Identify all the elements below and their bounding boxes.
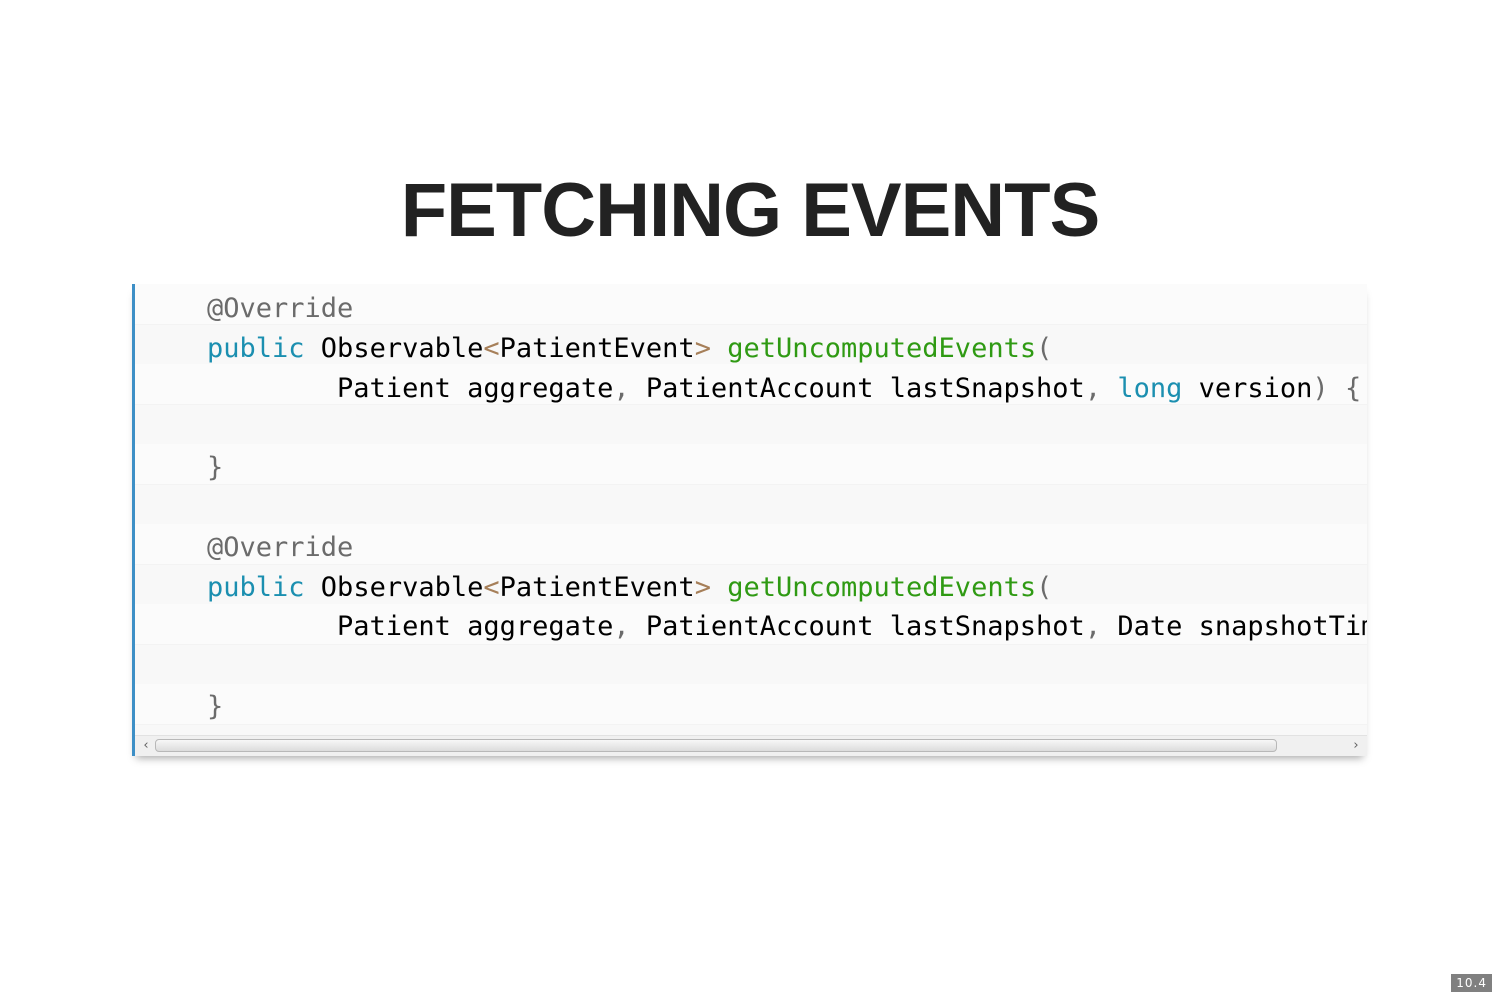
code-token-annot: @Override xyxy=(207,293,354,324)
code-line: public Observable<PatientEvent> getUncom… xyxy=(207,568,1367,608)
code-token-op: > xyxy=(694,571,711,603)
horizontal-scrollbar[interactable]: ‹ › xyxy=(135,735,1367,756)
code-line: Patient aggregate, PatientAccount lastSn… xyxy=(207,369,1367,409)
scroll-left-arrow-icon[interactable]: ‹ xyxy=(137,736,155,756)
code-token-annot: @Override xyxy=(207,531,354,563)
code-token-kw: public xyxy=(207,332,305,364)
slide-number: 10.4 xyxy=(1451,974,1492,992)
code-token-plain: PatientAccount lastSnapshot xyxy=(629,611,1085,643)
slide-title: FETCHING EVENTS xyxy=(400,168,1101,253)
scroll-right-arrow-icon[interactable]: › xyxy=(1347,736,1365,756)
code-token-plain: Date snapshotTim xyxy=(1101,611,1367,643)
code-lines: @Override public Observable<PatientEvent>… xyxy=(207,289,1367,727)
code-token-plain: version xyxy=(1182,372,1313,404)
code-token-punc: ) xyxy=(1312,372,1329,404)
code-block[interactable]: @Override public Observable<PatientEvent>… xyxy=(132,284,1367,756)
code-token-op: < xyxy=(483,332,500,364)
code-token-punc: ( xyxy=(1036,332,1053,364)
code-token-fn: getUncomputedEvents xyxy=(727,571,1037,603)
code-token-plain: PatientAccount lastSnapshot xyxy=(629,372,1085,404)
scrollbar-thumb[interactable] xyxy=(155,739,1277,752)
code-line: Patient aggregate, PatientAccount lastSn… xyxy=(207,607,1367,647)
code-token-punc: , xyxy=(613,611,630,643)
code-token-plain: PatientEvent xyxy=(499,332,695,364)
code-token-kw: long xyxy=(1117,372,1183,404)
code-token-punc: , xyxy=(1084,372,1102,404)
code-token-op: > xyxy=(694,332,711,364)
code-token-punc: , xyxy=(613,372,630,404)
code-line: @Override xyxy=(207,289,1367,329)
code-token-plain: Observable xyxy=(304,571,484,603)
code-viewport[interactable]: @Override public Observable<PatientEvent>… xyxy=(135,284,1367,736)
code-token-plain: Patient aggregate xyxy=(207,611,614,643)
code-token-plain: PatientEvent xyxy=(499,571,695,603)
code-token-plain: Observable xyxy=(304,332,484,364)
code-line: @Override xyxy=(207,528,1367,568)
code-token-punc: , xyxy=(1084,611,1102,643)
code-token-plain: Patient aggregate xyxy=(207,372,614,404)
code-token-op: < xyxy=(483,571,500,603)
code-token-punc: { xyxy=(1344,372,1362,404)
code-line: public Observable<PatientEvent> getUncom… xyxy=(207,329,1367,369)
code-token-fn: getUncomputedEvents xyxy=(727,332,1037,364)
code-token-kw: public xyxy=(207,571,305,603)
code-token-punc: ( xyxy=(1036,571,1053,603)
code-line: } xyxy=(207,448,1367,488)
code-token-punc: } xyxy=(207,690,224,722)
code-line: } xyxy=(207,687,1367,727)
code-token-punc: } xyxy=(207,452,224,484)
